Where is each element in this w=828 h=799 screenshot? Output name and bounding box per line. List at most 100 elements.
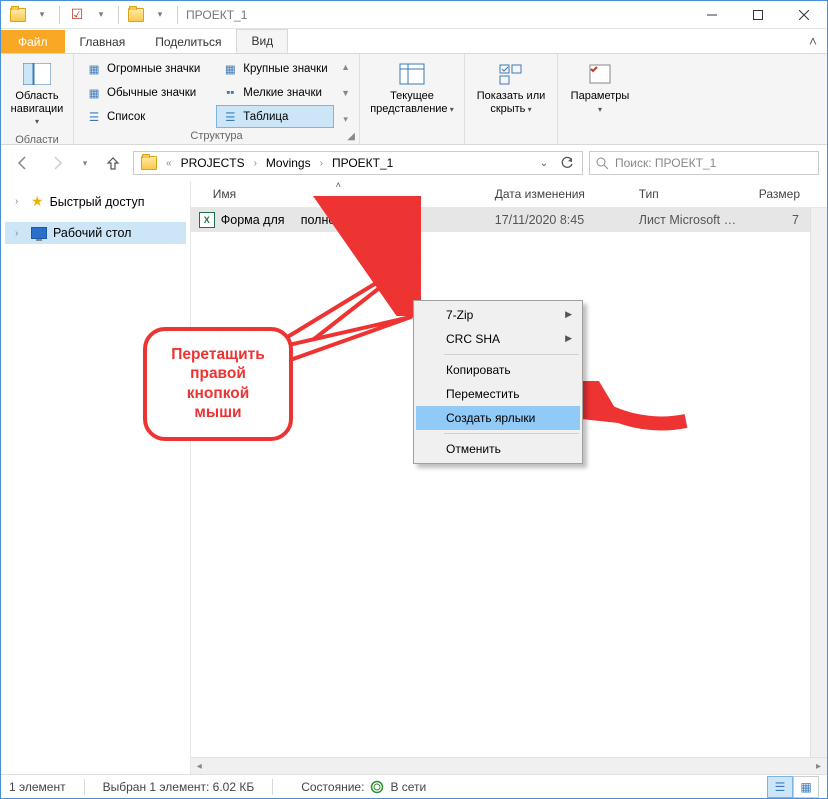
- collapse-ribbon-icon[interactable]: ˄: [809, 33, 817, 49]
- menu-separator: [444, 433, 579, 434]
- annotation-arrow: [581, 381, 691, 436]
- breadcrumb-movings[interactable]: Movings: [263, 154, 314, 172]
- view-details-button[interactable]: ☰: [767, 776, 793, 798]
- search-placeholder: Поиск: ПРОЕКТ_1: [615, 156, 716, 170]
- recent-locations-button[interactable]: ▾: [77, 149, 93, 177]
- minimize-button[interactable]: [689, 1, 735, 29]
- group-current-view: Текущее представление ▾: [360, 54, 465, 144]
- refresh-icon[interactable]: [556, 153, 578, 173]
- navigation-pane: › ★ Быстрый доступ › Рабочий стол: [1, 181, 191, 774]
- layout-details[interactable]: ☰Таблица: [216, 105, 333, 128]
- menu-move[interactable]: Переместить: [416, 382, 580, 406]
- tab-share[interactable]: Поделиться: [140, 30, 236, 53]
- address-row: ▾ « PROJECTS › Movings › ПРОЕКТ_1 ⌄ Поис…: [1, 145, 827, 181]
- annotation-arrow: [291, 196, 421, 316]
- qat-dropdown-icon[interactable]: ▾: [90, 4, 112, 26]
- show-hide-label: Показать или скрыть: [477, 90, 546, 115]
- nav-desktop[interactable]: › Рабочий стол: [5, 222, 186, 244]
- options-button[interactable]: Параметры▾: [564, 58, 636, 119]
- menu-create-shortcut[interactable]: Создать ярлыки: [416, 406, 580, 430]
- maximize-button[interactable]: [735, 1, 781, 29]
- window-controls: [689, 1, 827, 29]
- desktop-icon: [31, 227, 47, 239]
- status-state: Состояние: В сети: [301, 780, 426, 794]
- sort-asc-icon: ˄: [336, 180, 341, 190]
- window-title: ПРОЕКТ_1: [182, 8, 689, 22]
- chevron-right-icon[interactable]: ›: [15, 228, 18, 239]
- scroll-left-icon[interactable]: ◂: [191, 758, 208, 775]
- tab-home[interactable]: Главная: [65, 30, 141, 53]
- breadcrumb-projects[interactable]: PROJECTS: [178, 154, 248, 172]
- menu-7zip[interactable]: 7-Zip: [416, 303, 580, 327]
- column-size[interactable]: Размер: [751, 181, 809, 207]
- excel-icon: X: [199, 212, 215, 228]
- menu-cancel[interactable]: Отменить: [416, 437, 580, 461]
- status-selection: Выбран 1 элемент: 6.02 КБ: [103, 780, 255, 794]
- layout-medium-icons[interactable]: ▦Обычные значки: [80, 82, 206, 105]
- address-bar[interactable]: « PROJECTS › Movings › ПРОЕКТ_1 ⌄: [133, 151, 583, 175]
- chevron-right-icon[interactable]: ›: [15, 196, 18, 207]
- file-type: Лист Microsoft Ex…: [631, 209, 751, 231]
- column-headers: ˄Имя Дата изменения Тип Размер: [191, 181, 827, 208]
- forward-button[interactable]: [43, 149, 71, 177]
- options-label: Параметры: [571, 90, 630, 102]
- file-date: 17/11/2020 8:45: [487, 209, 631, 231]
- vertical-scrollbar[interactable]: [810, 208, 827, 757]
- menu-separator: [444, 354, 579, 355]
- ribbon: Область навигации ▾ Области ▦Огромные зн…: [1, 53, 827, 145]
- layout-list[interactable]: ☰Список: [80, 105, 206, 128]
- group-panes-label: Области: [7, 132, 67, 148]
- current-view-button[interactable]: Текущее представление ▾: [366, 58, 458, 119]
- group-options: Параметры▾: [558, 54, 642, 144]
- nav-quick-label: Быстрый доступ: [50, 195, 145, 209]
- dialog-launcher-icon[interactable]: ◢: [347, 131, 355, 142]
- view-icons-button[interactable]: ▦: [793, 776, 819, 798]
- properties-icon[interactable]: ☑: [66, 4, 88, 26]
- address-dropdown-icon[interactable]: ⌄: [533, 153, 555, 173]
- show-hide-button[interactable]: Показать или скрыть ▾: [471, 58, 551, 119]
- quick-access-toolbar: ▾ ☑ ▾ ▾: [1, 4, 182, 26]
- chevron-right-icon[interactable]: ›: [318, 158, 325, 169]
- layout-extra-large-icons[interactable]: ▦Огромные значки: [80, 58, 206, 81]
- layout-small-icons[interactable]: ▪▪Мелкие значки: [216, 82, 333, 105]
- nav-pane-label: Область навигации: [11, 90, 64, 115]
- star-icon: ★: [31, 193, 44, 210]
- sync-icon: [370, 780, 384, 794]
- group-panes: Область навигации ▾ Области: [1, 54, 74, 144]
- qat-dropdown-icon[interactable]: ▾: [31, 4, 53, 26]
- breadcrumb-current[interactable]: ПРОЕКТ_1: [329, 154, 396, 172]
- up-button[interactable]: [99, 149, 127, 177]
- close-button[interactable]: [781, 1, 827, 29]
- annotation-callout: Перетащить правой кнопкой мыши: [143, 327, 293, 441]
- menu-crc-sha[interactable]: CRC SHA: [416, 327, 580, 351]
- nav-desktop-label: Рабочий стол: [53, 226, 131, 240]
- scroll-right-icon[interactable]: ▸: [810, 758, 827, 775]
- layout-options: ▦Огромные значки ▦Крупные значки ▦Обычны…: [80, 58, 334, 128]
- group-layout: ▦Огромные значки ▦Крупные значки ▦Обычны…: [74, 54, 360, 144]
- tab-view[interactable]: Вид: [236, 29, 288, 53]
- search-icon: [596, 157, 609, 170]
- file-row[interactable]: X Форма для заполнения.xlsx 17/11/2020 8…: [191, 208, 827, 232]
- status-bar: 1 элемент Выбран 1 элемент: 6.02 КБ Сост…: [1, 774, 827, 798]
- horizontal-scrollbar[interactable]: ◂ ▸: [191, 757, 827, 774]
- layout-scroll-up-icon[interactable]: ▲: [338, 60, 354, 74]
- menu-copy[interactable]: Копировать: [416, 358, 580, 382]
- column-date[interactable]: Дата изменения: [487, 181, 631, 207]
- column-type[interactable]: Тип: [631, 181, 751, 207]
- status-item-count: 1 элемент: [9, 780, 66, 794]
- layout-expand-icon[interactable]: ▾: [338, 112, 354, 126]
- back-button[interactable]: [9, 149, 37, 177]
- current-view-label: Текущее представление: [370, 90, 447, 115]
- navigation-pane-button[interactable]: Область навигации ▾: [7, 58, 67, 132]
- qat-customize-icon[interactable]: ▾: [149, 4, 171, 26]
- tab-file[interactable]: Файл: [1, 30, 65, 53]
- search-input[interactable]: Поиск: ПРОЕКТ_1: [589, 151, 819, 175]
- nav-quick-access[interactable]: › ★ Быстрый доступ: [5, 189, 186, 214]
- context-menu: 7-Zip CRC SHA Копировать Переместить Соз…: [413, 300, 583, 464]
- layout-large-icons[interactable]: ▦Крупные значки: [216, 58, 333, 81]
- titlebar: ▾ ☑ ▾ ▾ ПРОЕКТ_1: [1, 1, 827, 29]
- layout-scroll-down-icon[interactable]: ▼: [338, 86, 354, 100]
- chevron-left-icon[interactable]: «: [164, 158, 174, 169]
- group-layout-label: Структура: [80, 128, 353, 144]
- chevron-right-icon[interactable]: ›: [252, 158, 259, 169]
